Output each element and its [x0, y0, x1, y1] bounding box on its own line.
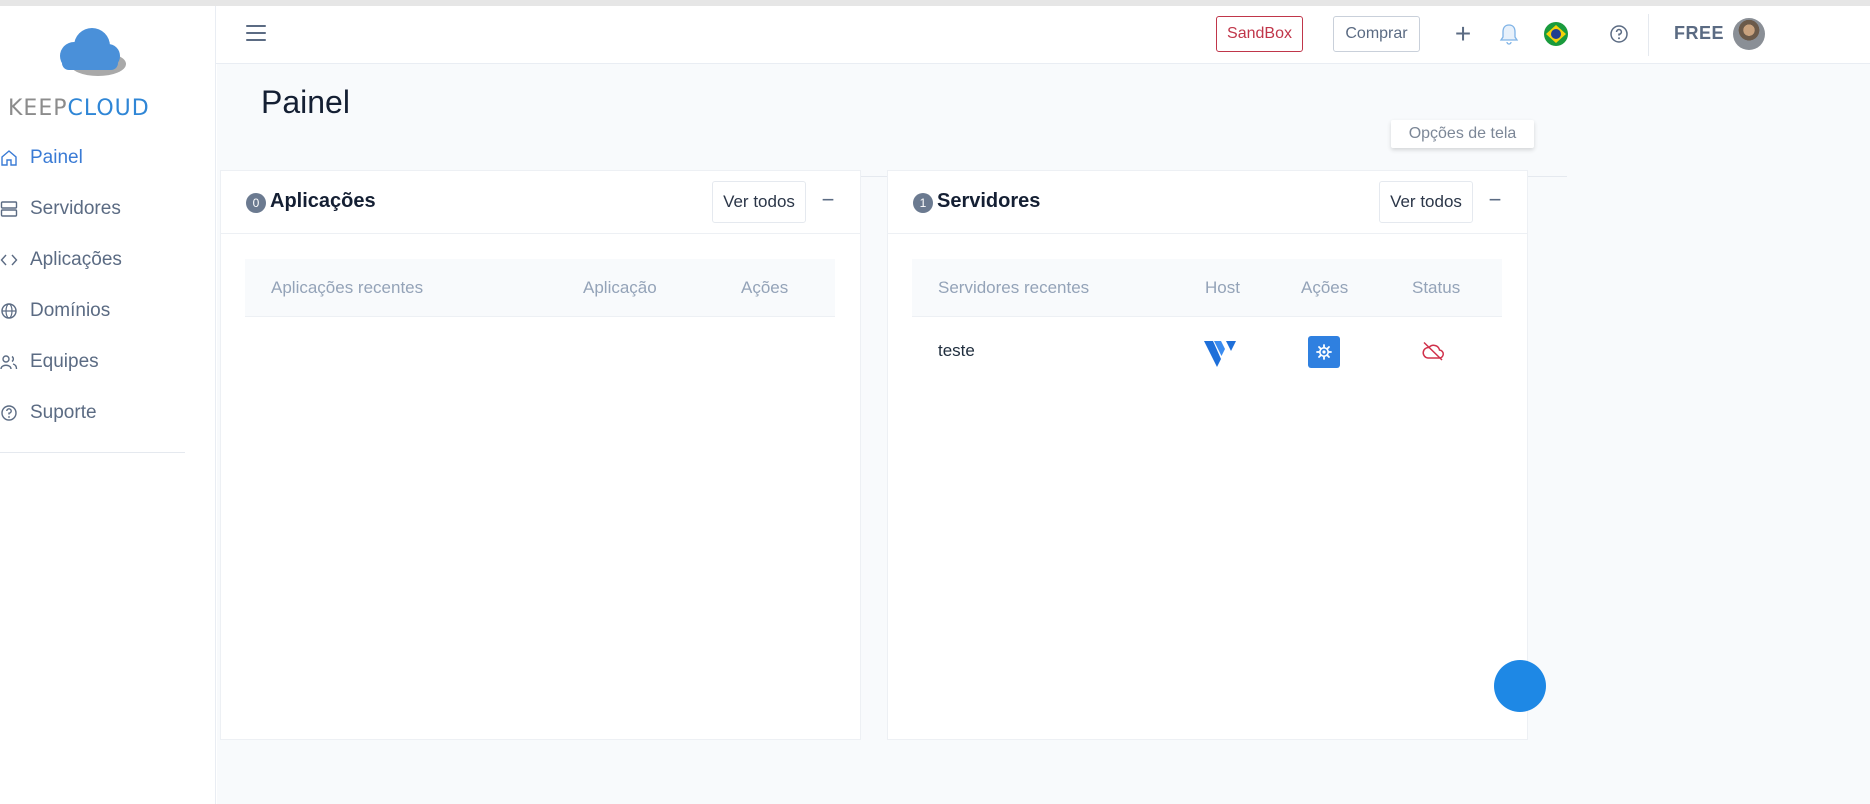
card-header: 0 Aplicações Ver todos −	[221, 171, 860, 234]
sidebar-item-label: Equipes	[30, 350, 99, 372]
table-header: Aplicações recentes Aplicação Ações	[245, 259, 835, 317]
server-icon	[0, 199, 30, 219]
globe-icon	[0, 301, 30, 321]
column-header: Ações	[1301, 278, 1349, 297]
card-header: 1 Servidores Ver todos −	[888, 171, 1527, 234]
column-header: Ações	[741, 278, 789, 297]
sidebar-item-equipes[interactable]: Equipes	[0, 336, 185, 387]
keepcloud-logo[interactable]: KEEPCLOUD	[0, 20, 180, 121]
bell-icon[interactable]	[1496, 21, 1522, 47]
code-icon	[0, 250, 30, 270]
logo-wordmark: KEEPCLOUD	[8, 96, 150, 121]
page-title: Painel	[261, 84, 350, 120]
sidebar-item-servidores[interactable]: Servidores	[0, 183, 185, 234]
table-header: Servidores recentes Host Ações Status	[912, 259, 1502, 317]
column-header: Aplicações recentes	[271, 278, 424, 297]
sidebar-item-label: Servidores	[30, 197, 121, 219]
chat-fab-button[interactable]	[1494, 660, 1546, 712]
avatar[interactable]	[1733, 18, 1765, 50]
home-icon	[0, 148, 30, 168]
sidebar: KEEPCLOUD Painel Servidores Aplicações D…	[0, 6, 216, 804]
servers-card: 1 Servidores Ver todos − Servidores rece…	[887, 170, 1528, 740]
view-all-button[interactable]: Ver todos	[1379, 181, 1473, 223]
vultr-logo-icon	[1204, 341, 1236, 367]
server-name[interactable]: teste	[938, 341, 975, 361]
collapse-icon[interactable]: −	[818, 189, 838, 211]
sidebar-item-label: Suporte	[30, 401, 97, 423]
plan-label[interactable]: FREE	[1674, 23, 1724, 44]
brazil-flag-icon[interactable]	[1543, 21, 1569, 47]
header-divider	[1648, 14, 1649, 56]
apps-card: 0 Aplicações Ver todos − Aplicações rece…	[220, 170, 861, 740]
card-title: Aplicações	[270, 190, 376, 212]
gear-icon	[1316, 344, 1332, 360]
column-header: Servidores recentes	[938, 278, 1090, 297]
column-header: Status	[1412, 278, 1461, 297]
sidebar-item-dominios[interactable]: Domínios	[0, 285, 185, 336]
sidebar-nav: Painel Servidores Aplicações Domínios Eq…	[0, 132, 185, 438]
sidebar-item-label: Domínios	[30, 299, 111, 321]
view-all-button[interactable]: Ver todos	[712, 181, 806, 223]
users-icon	[0, 352, 30, 372]
top-header: SandBox Comprar + FREE	[216, 6, 1870, 64]
sidebar-item-label: Painel	[30, 146, 83, 168]
count-badge: 0	[246, 193, 266, 213]
cloud-off-icon	[1422, 341, 1444, 361]
plus-icon[interactable]: +	[1450, 20, 1476, 48]
cloud-logo-icon	[60, 28, 126, 76]
settings-button[interactable]	[1308, 336, 1340, 368]
count-badge: 1	[913, 193, 933, 213]
sidebar-item-label: Aplicações	[30, 248, 122, 270]
sidebar-item-aplicacoes[interactable]: Aplicações	[0, 234, 185, 285]
table-row[interactable]: teste	[912, 317, 1502, 383]
sidebar-divider	[0, 452, 185, 453]
sidebar-item-painel[interactable]: Painel	[0, 132, 185, 183]
comprar-button[interactable]: Comprar	[1333, 16, 1420, 52]
column-header: Host	[1205, 278, 1240, 297]
help-icon[interactable]	[1606, 21, 1632, 47]
help-circle-icon	[0, 403, 30, 423]
sidebar-item-suporte[interactable]: Suporte	[0, 387, 185, 438]
screen-options-button[interactable]: Opções de tela	[1391, 120, 1534, 148]
hamburger-icon[interactable]	[246, 25, 266, 41]
collapse-icon[interactable]: −	[1485, 189, 1505, 211]
sandbox-button[interactable]: SandBox	[1216, 16, 1303, 52]
card-title: Servidores	[937, 190, 1041, 212]
column-header: Aplicação	[583, 278, 657, 297]
